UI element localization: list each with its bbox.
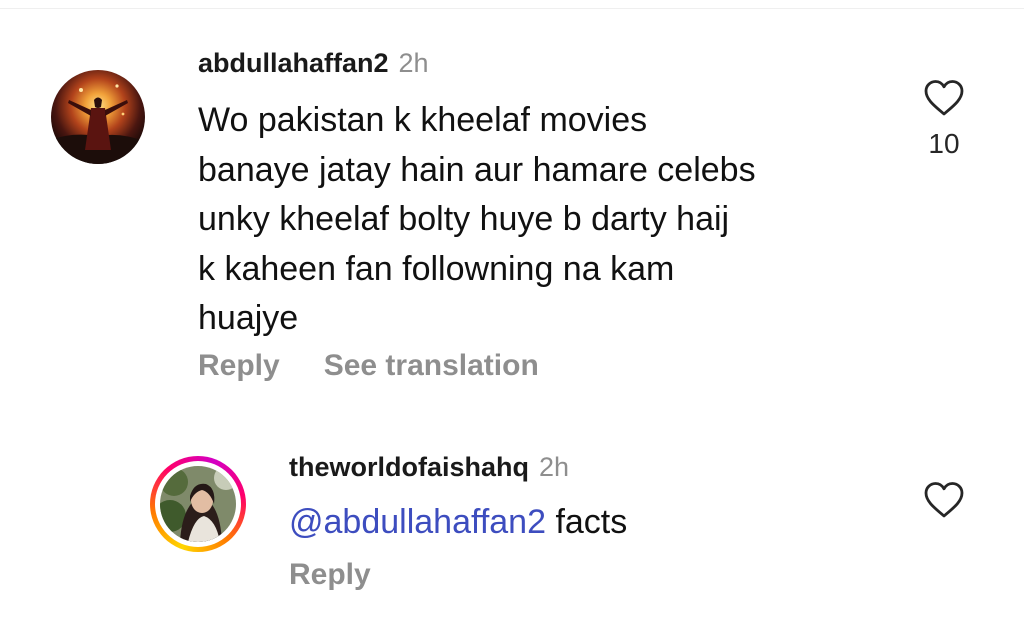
heart-outline-icon[interactable]	[922, 78, 966, 118]
comment-header: abdullahaffan2 2h	[198, 48, 429, 84]
comment-actions: Reply	[289, 555, 371, 595]
comment-text-line: k kaheen fan followning na kam	[198, 249, 675, 288]
reply-button[interactable]: Reply	[198, 349, 280, 383]
profile-photo-icon	[51, 70, 145, 164]
profile-photo	[160, 466, 236, 542]
comment-text: @abdullahaffan2 facts	[289, 500, 627, 544]
comment-text-line: Wo pakistan k kheelaf movies	[198, 101, 648, 139]
avatar[interactable]	[150, 456, 246, 552]
comment-text: Wo pakistan k kheelaf movies banaye jata…	[198, 96, 878, 344]
username[interactable]: theworldofaishahq	[289, 452, 529, 483]
timestamp: 2h	[539, 452, 570, 482]
comment-text-content: facts	[555, 503, 628, 541]
timestamp: 2h	[398, 48, 429, 78]
see-translation-button[interactable]: See translation	[324, 349, 539, 383]
comment-header: theworldofaishahq 2h	[289, 452, 569, 488]
heart-outline-icon[interactable]	[922, 480, 966, 520]
comment-text-line: unky kheelaf bolty huye b darty haij	[198, 200, 730, 238]
reply-button[interactable]: Reply	[289, 558, 371, 592]
user-mention-link[interactable]: @abdullahaffan2	[289, 503, 546, 541]
comment-text-line: banaye jatay hain aur hamare celebs	[198, 150, 756, 189]
divider	[0, 8, 1024, 9]
avatar[interactable]	[51, 70, 145, 164]
comment-actions: Reply See translation	[198, 346, 539, 386]
username[interactable]: abdullahaffan2	[198, 48, 389, 79]
profile-photo-icon	[160, 466, 236, 542]
comments-panel: abdullahaffan2 2h Wo pakistan k kheelaf …	[0, 0, 1024, 624]
like-count: 10	[928, 128, 960, 159]
comment-text-line: huajye	[198, 299, 299, 337]
